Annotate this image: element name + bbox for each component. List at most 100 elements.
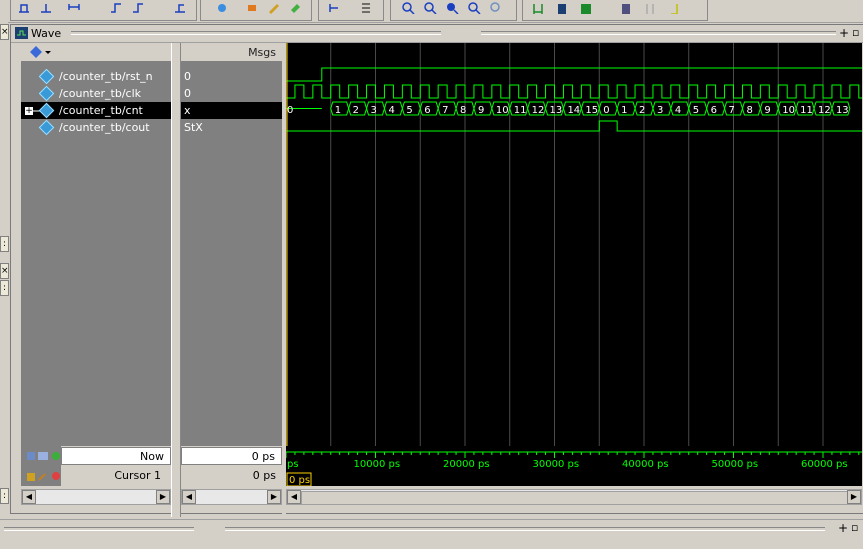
wave-cnt-label: 2 xyxy=(639,105,645,116)
now-value: 0 ps xyxy=(181,447,282,465)
value-hscrollbar[interactable]: ◀ ▶ xyxy=(181,489,282,505)
zoom-out-icon[interactable] xyxy=(423,2,437,14)
wave-cnt-label: 10 xyxy=(782,105,795,116)
toolbar-wave-group xyxy=(200,0,312,21)
timeline-panel[interactable]: ps 10000 ps 20000 ps 30000 ps 40000 ps 50000 … xyxy=(285,446,862,487)
wave-cnt-label: 1 xyxy=(335,105,341,116)
scroll-left-icon[interactable]: ◀ xyxy=(182,490,196,504)
wave-cnt-label: 14 xyxy=(567,105,580,116)
restart-icon[interactable] xyxy=(67,2,81,14)
cursor-value: 0 ps xyxy=(252,469,276,482)
wave-cnt-label: 13 xyxy=(550,105,563,116)
ruler-start-label: ps xyxy=(287,459,299,470)
close-icon[interactable]: × xyxy=(0,24,9,40)
cursor-lock-icon[interactable] xyxy=(555,2,569,14)
scroll-right-icon[interactable]: ▶ xyxy=(847,490,861,504)
toolbar-cursor-group xyxy=(522,0,708,21)
cursor-label[interactable]: Cursor 1 xyxy=(61,467,171,485)
signal-row[interactable]: /counter_tb/cout xyxy=(21,119,171,136)
title-grip xyxy=(4,527,194,531)
wave-cnt-label: 0 xyxy=(287,105,293,116)
wave-window-icon xyxy=(15,27,28,39)
find-icon[interactable] xyxy=(289,2,303,14)
zoom-full-icon[interactable] xyxy=(445,2,459,14)
scroll-right-icon[interactable]: ▶ xyxy=(267,490,281,504)
signal-hscrollbar[interactable]: ◀ ▶ xyxy=(21,489,171,505)
collapse-icon[interactable]: : xyxy=(0,236,9,252)
format-icon[interactable] xyxy=(667,2,681,14)
value-pane: Msgs 0 0 x StX xyxy=(181,43,282,446)
wave-window: Wave + ▫ /counter_tb/rst_n /counter_tb/c… xyxy=(10,24,863,517)
scroll-left-icon[interactable]: ◀ xyxy=(22,490,36,504)
scroll-left-icon[interactable]: ◀ xyxy=(287,490,301,504)
timeline-ruler[interactable]: ps 10000 ps 20000 ps 30000 ps 40000 ps 50000 … xyxy=(285,446,862,487)
cursor-add-icon[interactable] xyxy=(327,2,341,14)
ruler-tick-label: 20000 ps xyxy=(443,459,490,470)
window-title: Wave xyxy=(31,27,62,40)
format-icon[interactable] xyxy=(579,2,593,14)
edit-icon[interactable] xyxy=(267,2,281,14)
collapse-icon[interactable]: : xyxy=(0,488,9,504)
window-title-bar[interactable]: Wave + ▫ xyxy=(11,25,863,43)
cursor-value-panel: 0 ps 0 ps xyxy=(181,446,282,486)
signal-row[interactable]: /counter_tb/rst_n xyxy=(21,68,171,85)
cursor-add-icon[interactable] xyxy=(27,450,61,462)
add-icon[interactable]: + xyxy=(838,521,848,535)
wave-clk xyxy=(286,84,863,99)
signal-row[interactable]: /counter_tb/clk xyxy=(21,85,171,102)
toolbar xyxy=(0,0,863,23)
cursor-delete-icon[interactable] xyxy=(531,2,545,14)
signal-value: StX xyxy=(184,121,203,134)
cursor-marker-label: 0 ps xyxy=(289,475,310,486)
wave-cnt-label: 7 xyxy=(442,105,448,116)
signal-diamond-icon xyxy=(38,68,55,85)
format-icon[interactable] xyxy=(643,2,657,14)
undock-icon[interactable]: ▫ xyxy=(851,521,858,534)
wave-cnt-label: 7 xyxy=(729,105,735,116)
close-icon[interactable]: × xyxy=(0,263,9,279)
msgs-label: Msgs xyxy=(248,46,276,59)
signal-menu-icon[interactable] xyxy=(29,45,51,59)
break-icon[interactable] xyxy=(173,2,187,14)
wave-rst-n xyxy=(286,67,862,82)
toolbar-edit-group xyxy=(318,0,384,21)
collapse-icon[interactable]: : xyxy=(0,280,9,296)
wave-cnt-label: 11 xyxy=(514,105,527,116)
waveform-pane[interactable]: 0 1 2 3 4 5 6 7 8 9 10 11 12 13 14 15 0 1 2 3 4 5 6 7 8 9 10 11 12 13 xyxy=(285,43,863,446)
signal-list-header xyxy=(21,43,171,62)
waveform-canvas[interactable]: 0 1 2 3 4 5 6 7 8 9 10 11 12 13 14 15 0 1 2 3 4 5 6 7 8 9 10 11 12 13 xyxy=(285,43,863,446)
add-icon[interactable]: + xyxy=(839,26,849,40)
wave-hscrollbar[interactable]: ◀ ▶ xyxy=(286,489,862,505)
format-icon[interactable] xyxy=(359,2,373,14)
signal-diamond-icon xyxy=(38,85,55,102)
zoom-last-icon[interactable] xyxy=(489,2,503,14)
signal-diamond-icon xyxy=(38,119,55,136)
wave-cnt-label: 4 xyxy=(675,105,681,116)
scroll-thumb[interactable] xyxy=(301,491,849,505)
signal-row-selected[interactable]: + /counter_tb/cnt xyxy=(21,102,171,119)
step-icon[interactable] xyxy=(17,2,31,14)
add-wave-icon[interactable] xyxy=(215,2,229,14)
pane-divider[interactable] xyxy=(171,43,181,517)
wave-cnt-label: 10 xyxy=(496,105,509,116)
zoom-cursor-icon[interactable] xyxy=(467,2,481,14)
ruler-tick-label: 50000 ps xyxy=(712,459,759,470)
wave-cnt-label: 13 xyxy=(836,105,849,116)
wave-cnt-label: 12 xyxy=(532,105,545,116)
format-icon[interactable] xyxy=(619,2,633,14)
zoom-in-icon[interactable] xyxy=(401,2,415,14)
wave-cout xyxy=(286,120,862,132)
toolbar-sim-group xyxy=(10,0,197,21)
run-continue-icon[interactable] xyxy=(131,2,145,14)
signal-list-pane: /counter_tb/rst_n /counter_tb/clk + /cou… xyxy=(21,43,171,446)
run-icon[interactable] xyxy=(109,2,123,14)
signal-value: 0 xyxy=(184,70,191,83)
undock-icon[interactable]: ▫ xyxy=(852,26,859,39)
wave-cnt-label: 15 xyxy=(585,105,598,116)
signal-name: /counter_tb/cout xyxy=(59,121,150,134)
cursor-lock-icon[interactable] xyxy=(27,470,61,482)
ruler-tick-label: 40000 ps xyxy=(622,459,669,470)
step-over-icon[interactable] xyxy=(39,2,53,14)
scroll-right-icon[interactable]: ▶ xyxy=(156,490,170,504)
insert-icon[interactable] xyxy=(245,2,259,14)
